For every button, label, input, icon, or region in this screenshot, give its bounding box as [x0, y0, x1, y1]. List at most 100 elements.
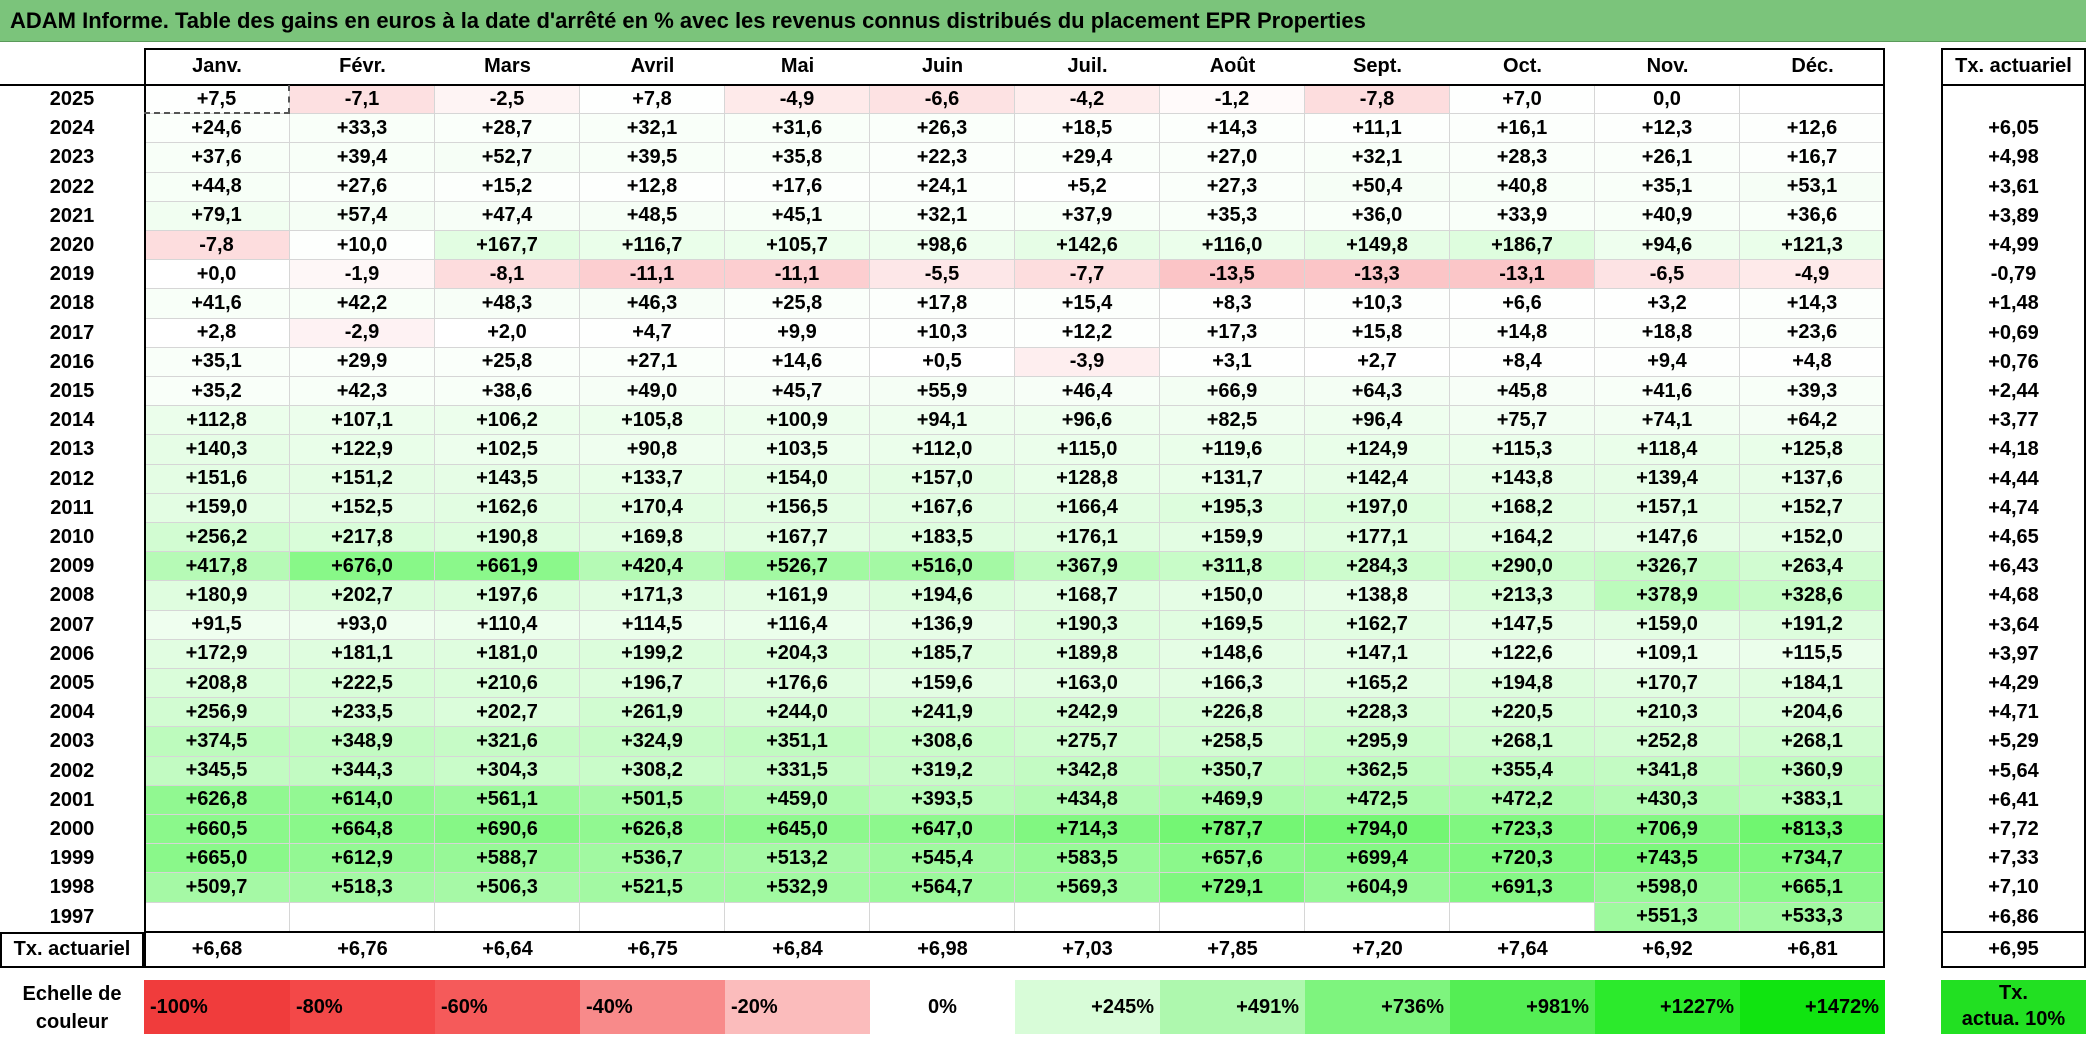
gain-cell: +526,7 [725, 552, 870, 582]
gain-cell: -4,2 [1015, 85, 1160, 115]
gain-cell: +82,5 [1160, 406, 1305, 436]
legend-swatch: +245% [1015, 980, 1160, 1034]
gain-cell: +142,6 [1015, 231, 1160, 261]
header-separator-rate [1941, 84, 2086, 86]
gain-cell: +15,4 [1015, 289, 1160, 319]
gain-cell: 0,0 [1595, 85, 1740, 115]
year-label: 2021 [49, 204, 95, 227]
gain-cell: +6,6 [1450, 289, 1595, 319]
gain-cell: +4,8 [1740, 347, 1885, 377]
gain-cell: +177,1 [1305, 523, 1450, 553]
gain-cell: +159,9 [1160, 523, 1305, 553]
gain-cell: +0,0 [144, 260, 290, 290]
gain-cell: +734,7 [1740, 844, 1885, 874]
gain-cell: +32,1 [580, 114, 725, 144]
gain-cell [580, 902, 725, 932]
month-header: Juin [921, 55, 964, 77]
gain-cell: +420,4 [580, 552, 725, 582]
gain-cell: +131,7 [1160, 464, 1305, 494]
gain-cell [1305, 902, 1450, 932]
gain-cell: +27,6 [290, 172, 435, 202]
year-label: 2017 [49, 321, 95, 344]
footer-rate-cell: +7,64 [1497, 938, 1548, 961]
gain-cell: +33,3 [290, 114, 435, 144]
gain-cell: -3,9 [1015, 347, 1160, 377]
gain-cell: +645,0 [725, 815, 870, 845]
gain-cell: +660,5 [144, 815, 290, 845]
gain-cell: +242,9 [1015, 698, 1160, 728]
month-header: Janv. [192, 55, 242, 77]
gain-cell: +14,3 [1160, 114, 1305, 144]
gain-cell: +35,3 [1160, 201, 1305, 231]
gain-cell: +226,8 [1160, 698, 1305, 728]
actuarial-rate-cell: -0,79 [1990, 263, 2037, 286]
footer-rate-cell: +7,03 [1062, 938, 1113, 961]
year-label: 2024 [49, 117, 95, 140]
gain-cell: +723,3 [1450, 815, 1595, 845]
gain-cell: +159,0 [144, 493, 290, 523]
footer-rate-cell: +6,92 [1642, 938, 1693, 961]
gain-cell: +33,9 [1450, 201, 1595, 231]
gain-cell: +185,7 [870, 639, 1015, 669]
gain-cell: +2,7 [1305, 347, 1450, 377]
gain-cell: +181,1 [290, 639, 435, 669]
actuarial-rate-cell: +3,89 [1988, 204, 2039, 227]
actuarial-rate-cell: +4,68 [1988, 584, 2039, 607]
gain-cell: +45,1 [725, 201, 870, 231]
gain-cell: +676,0 [290, 552, 435, 582]
gain-cell: +308,2 [580, 756, 725, 786]
gain-cell: +37,6 [144, 143, 290, 173]
gain-cell: +152,0 [1740, 523, 1885, 553]
gain-cell [435, 902, 580, 932]
gain-cell: +90,8 [580, 435, 725, 465]
gain-cell: +9,4 [1595, 347, 1740, 377]
gain-cell: -7,8 [1305, 85, 1450, 115]
gain-cell: +166,3 [1160, 669, 1305, 699]
gain-cell: +15,2 [435, 172, 580, 202]
gain-cell: +116,4 [725, 610, 870, 640]
gain-cell: +208,8 [144, 669, 290, 699]
gain-cell: +374,5 [144, 727, 290, 757]
year-label: 2014 [49, 409, 95, 432]
gain-cell: +7,0 [1450, 85, 1595, 115]
gain-cell: +102,5 [435, 435, 580, 465]
gain-cell: +147,6 [1595, 523, 1740, 553]
gain-cell: -7,8 [144, 231, 290, 261]
gain-cell: +665,0 [144, 844, 290, 874]
gain-cell: +459,0 [725, 785, 870, 815]
gain-cell: +29,4 [1015, 143, 1160, 173]
gain-cell: +151,2 [290, 464, 435, 494]
gain-cell: +37,9 [1015, 201, 1160, 231]
gain-cell: +197,6 [435, 581, 580, 611]
month-header: Août [1209, 55, 1256, 77]
gain-cell: +180,9 [144, 581, 290, 611]
gain-cell: +140,3 [144, 435, 290, 465]
gain-cell: +17,3 [1160, 318, 1305, 348]
gain-cell: +258,5 [1160, 727, 1305, 757]
page-title: ADAM Informe. Table des gains en euros à… [0, 0, 2086, 42]
gain-cell: +93,0 [290, 610, 435, 640]
gain-cell: +57,4 [290, 201, 435, 231]
actuarial-rate-cell: +4,99 [1988, 234, 2039, 257]
gain-cell: +518,3 [290, 873, 435, 903]
gain-cell: +143,5 [435, 464, 580, 494]
gain-cell: +149,8 [1305, 231, 1450, 261]
gain-cell: +24,1 [870, 172, 1015, 202]
gain-cell: +417,8 [144, 552, 290, 582]
legend-swatch: +1472% [1740, 980, 1885, 1034]
gain-cell: +166,4 [1015, 493, 1160, 523]
gain-cell: +8,4 [1450, 347, 1595, 377]
actuarial-rate-cell: +4,98 [1988, 146, 2039, 169]
gain-cell: -4,9 [1740, 260, 1885, 290]
gain-cell: +17,6 [725, 172, 870, 202]
actuarial-rate-cell: +4,74 [1988, 496, 2039, 519]
gain-cell: +75,7 [1450, 406, 1595, 436]
gain-cell: +614,0 [290, 785, 435, 815]
gain-cell [725, 902, 870, 932]
gain-cell: +261,9 [580, 698, 725, 728]
gain-cell: -6,6 [870, 85, 1015, 115]
month-header: Avril [630, 55, 675, 77]
gain-cell: +162,7 [1305, 610, 1450, 640]
gain-cell: +183,5 [870, 523, 1015, 553]
gain-cell: +41,6 [144, 289, 290, 319]
